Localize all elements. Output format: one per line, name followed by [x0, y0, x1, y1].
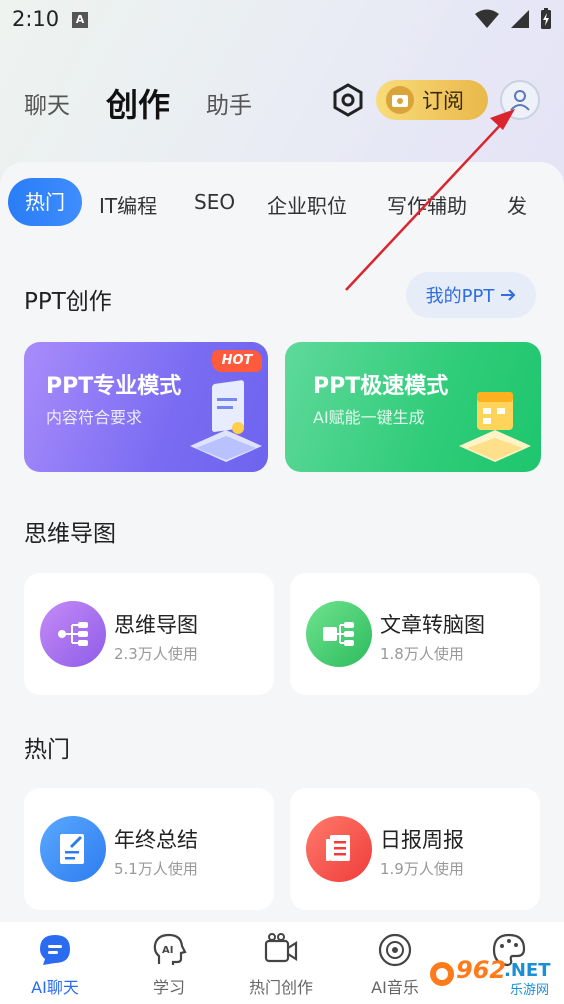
article-mindmap-icon — [306, 601, 372, 667]
year-summary-name: 年终总结 — [114, 828, 198, 852]
category-tab-seo[interactable]: SEO — [194, 190, 235, 214]
hot-section-title: 热门 — [24, 737, 70, 763]
year-summary-uses: 5.1万人使用 — [114, 860, 198, 878]
settings-hexagon-icon[interactable] — [330, 82, 366, 118]
report-icon — [306, 816, 372, 882]
year-summary-card[interactable]: 年终总结 5.1万人使用 — [24, 788, 274, 910]
mindmap-uses: 2.3万人使用 — [114, 645, 198, 663]
watermark-number: 962 — [456, 956, 506, 984]
daily-weekly-uses: 1.9万人使用 — [380, 860, 464, 878]
status-icons — [474, 8, 552, 30]
ppt-section-title: PPT创作 — [24, 289, 112, 315]
ppt-fast-card[interactable]: PPT极速模式 AI赋能一键生成 — [285, 342, 541, 472]
nav-hot-create[interactable]: 热门创作 — [226, 922, 336, 1004]
mindmap-section-title: 思维导图 — [24, 521, 116, 547]
wifi-icon — [475, 9, 499, 28]
category-tab-writing[interactable]: 写作辅助 — [387, 190, 467, 219]
daily-weekly-card[interactable]: 日报周报 1.9万人使用 — [290, 788, 540, 910]
tab-create[interactable]: 创作 — [106, 80, 170, 126]
nav-hot-create-label: 热门创作 — [248, 978, 313, 997]
nav-ai-chat[interactable]: AI聊天 — [0, 922, 110, 1004]
music-disc-icon — [378, 933, 412, 967]
document-edit-icon — [40, 816, 106, 882]
ppt-fast-subtitle: AI赋能一键生成 — [313, 408, 425, 427]
nav-learn-label: 学习 — [152, 978, 185, 997]
battery-icon — [541, 8, 551, 29]
nav-ai-chat-label: AI聊天 — [31, 978, 79, 997]
mindmap-name: 思维导图 — [114, 613, 198, 637]
document-stack-icon — [190, 380, 262, 462]
article-mindmap-name: 文章转脑图 — [380, 613, 485, 637]
article-to-mindmap-card[interactable]: 文章转脑图 1.8万人使用 — [290, 573, 540, 695]
tab-assistant[interactable]: 助手 — [206, 86, 252, 120]
camera-badge-icon — [386, 86, 414, 114]
svg-text:AI: AI — [162, 945, 173, 956]
category-tab-jobs[interactable]: 企业职位 — [267, 190, 347, 219]
daily-weekly-name: 日报周报 — [380, 828, 464, 852]
notification-a-icon: A — [72, 12, 88, 28]
category-tab-more[interactable]: 发 — [507, 190, 527, 219]
my-ppt-button[interactable]: 我的PPT — [406, 272, 536, 318]
watermark-sub: 乐游网 — [510, 983, 549, 998]
ppt-pro-card[interactable]: PPT专业模式 内容符合要求 HOT — [24, 342, 268, 472]
watermark-suffix: .NET — [504, 960, 551, 981]
site-watermark-logo: 962 .NET 乐游网 — [430, 956, 551, 998]
hot-badge: HOT — [212, 350, 262, 372]
user-icon — [510, 90, 530, 111]
status-bar: 2:10 A — [0, 0, 564, 40]
chat-bubble-icon — [40, 935, 70, 965]
status-time: 2:10 — [12, 7, 60, 31]
tab-chat[interactable]: 聊天 — [24, 86, 70, 120]
ai-head-icon: AI — [153, 933, 187, 965]
ppt-pro-title: PPT专业模式 — [46, 374, 182, 399]
calendar-box-icon — [459, 392, 531, 462]
ppt-pro-subtitle: 内容符合要求 — [46, 408, 143, 427]
arrow-right-icon — [501, 289, 516, 301]
subscribe-label: 订阅 — [422, 89, 464, 113]
category-tab-it[interactable]: IT编程 — [99, 190, 157, 219]
my-ppt-label: 我的PPT — [425, 286, 495, 307]
signal-icon — [511, 10, 529, 28]
mindmap-card[interactable]: 思维导图 2.3万人使用 — [24, 573, 274, 695]
subscribe-button[interactable]: 订阅 — [376, 80, 488, 120]
mindmap-icon — [40, 601, 106, 667]
category-tab-hot[interactable]: 热门 — [8, 178, 82, 226]
nav-learn[interactable]: AI 学习 — [114, 922, 224, 1004]
article-mindmap-uses: 1.8万人使用 — [380, 645, 464, 663]
category-tabs: 热门 IT编程 SEO 企业职位 写作辅助 发 — [0, 178, 564, 228]
video-camera-icon — [264, 933, 298, 963]
ppt-fast-title: PPT极速模式 — [313, 374, 449, 399]
avatar[interactable] — [500, 80, 540, 120]
